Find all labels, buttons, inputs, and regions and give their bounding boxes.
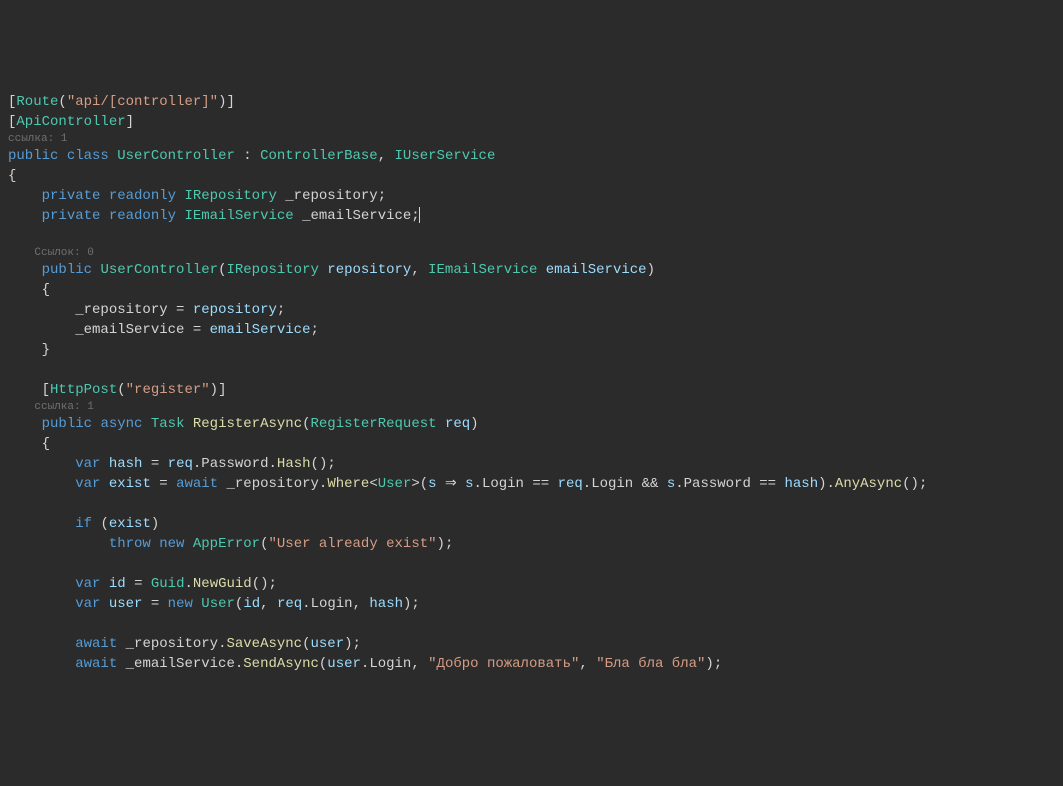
codelens-references[interactable]: Ссылок: 0	[8, 246, 1063, 260]
code-line: public async Task RegisterAsync(Register…	[8, 414, 1063, 434]
code-line: throw new AppError("User already exist")…	[8, 534, 1063, 554]
code-line: [Route("api/[controller]")]	[8, 92, 1063, 112]
blank-line	[8, 226, 1063, 246]
code-line: {	[8, 166, 1063, 186]
blank-line	[8, 494, 1063, 514]
code-line: var id = Guid.NewGuid();	[8, 574, 1063, 594]
code-line: public class UserController : Controller…	[8, 146, 1063, 166]
code-line: await _repository.SaveAsync(user);	[8, 634, 1063, 654]
codelens-references[interactable]: ссылка: 1	[8, 400, 1063, 414]
code-editor[interactable]: [Route("api/[controller]")][ApiControlle…	[8, 92, 1063, 674]
code-line: {	[8, 434, 1063, 454]
code-line: [HttpPost("register")]	[8, 380, 1063, 400]
code-line: public UserController(IRepository reposi…	[8, 260, 1063, 280]
codelens-references[interactable]: ссылка: 1	[8, 132, 1063, 146]
blank-line	[8, 554, 1063, 574]
code-line: {	[8, 280, 1063, 300]
code-line: if (exist)	[8, 514, 1063, 534]
code-line: private readonly IRepository _repository…	[8, 186, 1063, 206]
code-line: var hash = req.Password.Hash();	[8, 454, 1063, 474]
blank-line	[8, 360, 1063, 380]
code-line: await _emailService.SendAsync(user.Login…	[8, 654, 1063, 674]
blank-line	[8, 614, 1063, 634]
code-line: }	[8, 340, 1063, 360]
code-line: private readonly IEmailService _emailSer…	[8, 206, 1063, 226]
code-line: var exist = await _repository.Where<User…	[8, 474, 1063, 494]
code-line: var user = new User(id, req.Login, hash)…	[8, 594, 1063, 614]
code-line: _repository = repository;	[8, 300, 1063, 320]
code-line: _emailService = emailService;	[8, 320, 1063, 340]
code-line: [ApiController]	[8, 112, 1063, 132]
text-cursor	[419, 207, 420, 223]
